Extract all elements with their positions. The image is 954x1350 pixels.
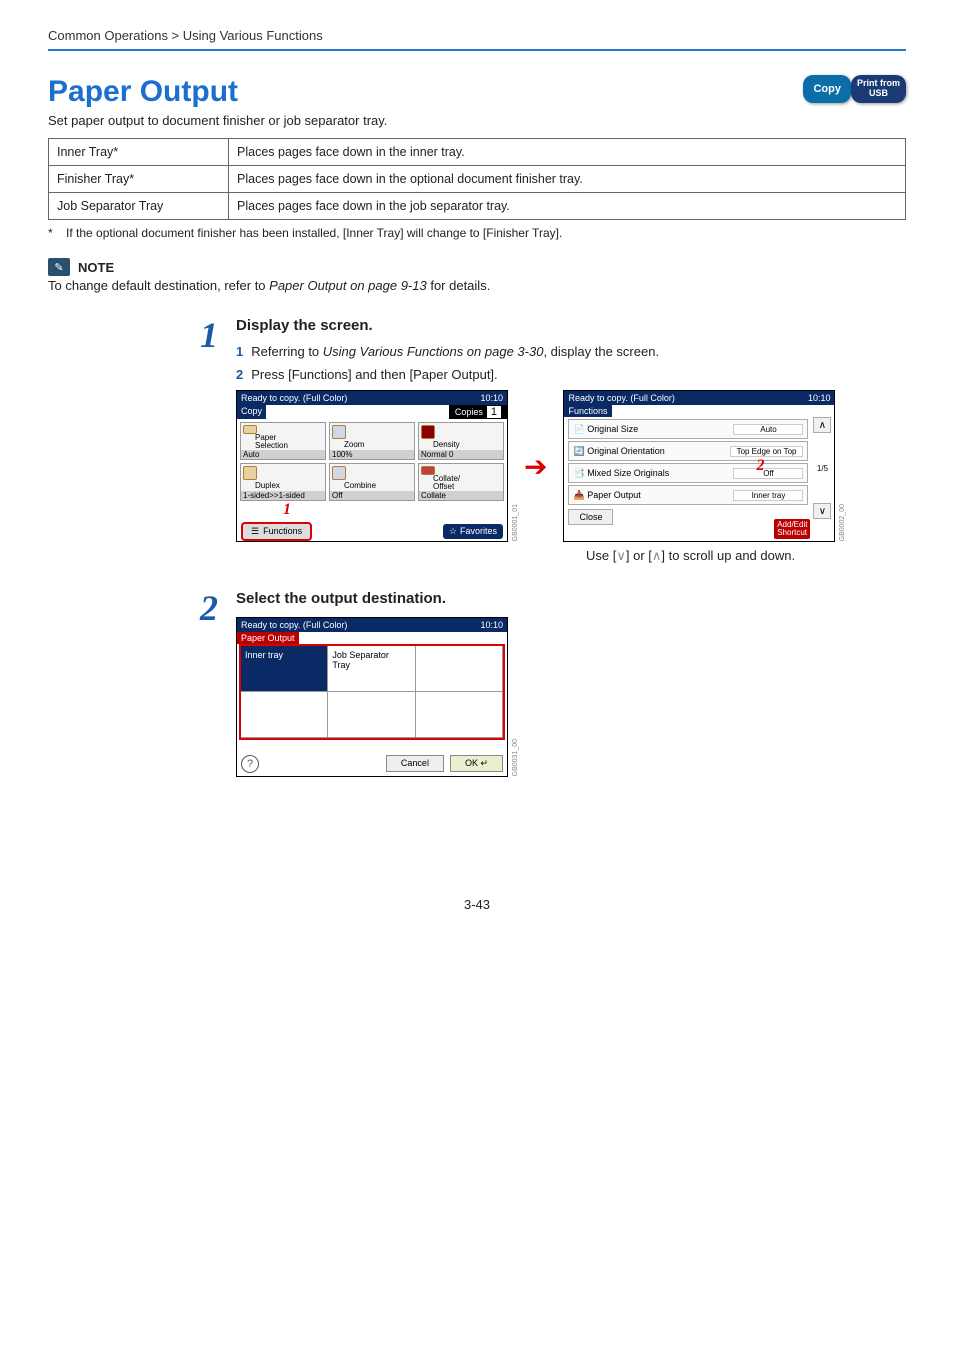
- table-cell-name: Finisher Tray*: [49, 166, 229, 193]
- ok-button[interactable]: OK ↵: [450, 755, 503, 772]
- table-row: Inner Tray* Places pages face down in th…: [49, 139, 906, 166]
- note-label: NOTE: [78, 260, 114, 275]
- note-link[interactable]: Paper Output on page 9-13: [269, 278, 427, 293]
- step-1-title: Display the screen.: [236, 317, 906, 334]
- breadcrumb: Common Operations > Using Various Functi…: [48, 28, 906, 51]
- row-mixed-size-originals[interactable]: 📑 Mixed Size OriginalsOff: [568, 463, 808, 483]
- cancel-button[interactable]: Cancel: [386, 755, 444, 772]
- tile-paper-selection[interactable]: Paper SelectionAuto: [240, 422, 326, 460]
- copies-counter: Copies 1: [449, 405, 507, 419]
- tile-collate-offset[interactable]: Collate/ OffsetCollate: [418, 463, 504, 501]
- favorites-button[interactable]: ☆Favorites: [443, 524, 503, 539]
- tile-combine[interactable]: CombineOff: [329, 463, 415, 501]
- page-title: Paper Output: [48, 75, 387, 109]
- figure-code: GB0002_00: [839, 504, 846, 541]
- footnote: * If the optional document finisher has …: [48, 226, 906, 240]
- screenshot-paper-output-panel: Ready to copy. (Full Color) 10:10 Paper …: [236, 617, 508, 777]
- row-paper-output[interactable]: 📥 Paper OutputInner tray: [568, 485, 808, 505]
- scroll-caption: Use [∨] or [∧] to scroll up and down.: [586, 548, 906, 564]
- chevron-down-icon[interactable]: ∨: [813, 503, 831, 519]
- page-number: 3-43: [48, 897, 906, 912]
- option-job-separator-tray[interactable]: Job Separator Tray: [328, 646, 415, 692]
- table-cell-name: Job Separator Tray: [49, 193, 229, 220]
- substep-num: 2: [236, 367, 243, 382]
- option-empty: [416, 646, 503, 692]
- note-icon: ✎: [48, 258, 70, 276]
- chevron-down-icon: ∨: [616, 548, 626, 563]
- table-cell-desc: Places pages face down in the optional d…: [229, 166, 906, 193]
- callout-2: 2: [756, 457, 764, 475]
- panel-tab-paper-output[interactable]: Paper Output: [237, 632, 299, 644]
- table-cell-name: Inner Tray*: [49, 139, 229, 166]
- option-inner-tray[interactable]: Inner tray: [241, 646, 328, 692]
- badge-print-from-usb: Print from USB: [851, 75, 906, 103]
- callout-1: 1: [283, 501, 291, 519]
- add-edit-shortcut-button[interactable]: Add/Edit Shortcut: [774, 519, 810, 539]
- mode-badges: Copy Print from USB: [803, 75, 906, 103]
- xref-link[interactable]: Using Various Functions on page 3-30: [323, 344, 544, 359]
- arrow-right-icon: ➔: [524, 450, 547, 483]
- table-cell-desc: Places pages face down in the inner tray…: [229, 139, 906, 166]
- screenshot-functions-panel: Ready to copy. (Full Color) 10:10 Functi…: [563, 390, 835, 542]
- figure-code: GB0031_00: [512, 739, 519, 776]
- row-original-size[interactable]: 📄 Original SizeAuto: [568, 419, 808, 439]
- chevron-up-icon[interactable]: ∧: [813, 417, 831, 433]
- panel-tab-copy[interactable]: Copy: [237, 405, 266, 419]
- table-row: Finisher Tray* Places pages face down in…: [49, 166, 906, 193]
- tile-density[interactable]: DensityNormal 0: [418, 422, 504, 460]
- badge-copy: Copy: [803, 75, 851, 103]
- step-number-1: 1: [188, 317, 218, 564]
- tile-zoom[interactable]: Zoom100%: [329, 422, 415, 460]
- row-original-orientation[interactable]: 🔄 Original OrientationTop Edge on Top: [568, 441, 808, 461]
- page-indicator: 1/5: [817, 464, 828, 473]
- panel-tab-functions[interactable]: Functions: [564, 405, 611, 417]
- functions-button[interactable]: ☰Functions: [241, 522, 312, 541]
- page-subtitle: Set paper output to document finisher or…: [48, 113, 387, 128]
- chevron-up-icon: ∧: [652, 548, 662, 563]
- table-cell-desc: Places pages face down in the job separa…: [229, 193, 906, 220]
- definition-table: Inner Tray* Places pages face down in th…: [48, 138, 906, 220]
- screenshot-copy-panel: Ready to copy. (Full Color) 10:10 Copy C…: [236, 390, 508, 542]
- figure-code: GB0001_01: [512, 504, 519, 541]
- note-block: ✎ NOTE To change default destination, re…: [48, 258, 906, 293]
- step-2-title: Select the output destination.: [236, 590, 906, 607]
- substep-num: 1: [236, 344, 243, 359]
- table-row: Job Separator Tray Places pages face dow…: [49, 193, 906, 220]
- step-number-2: 2: [188, 590, 218, 777]
- tile-duplex[interactable]: Duplex1-sided>>1-sided: [240, 463, 326, 501]
- close-button[interactable]: Close: [568, 509, 613, 525]
